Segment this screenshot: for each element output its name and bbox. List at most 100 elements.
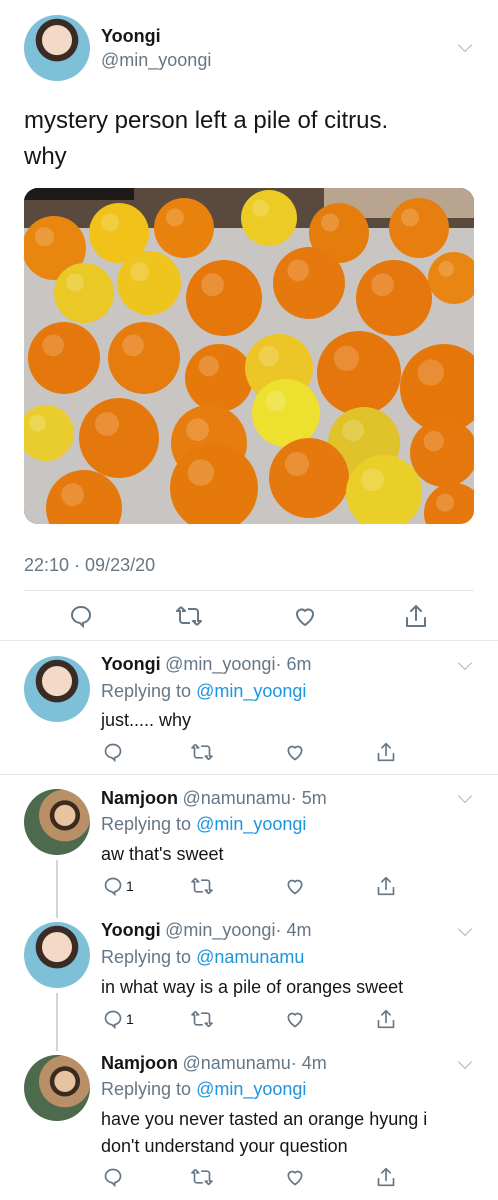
chevron-down-icon[interactable] bbox=[457, 788, 473, 804]
citrus-highlight bbox=[361, 468, 384, 492]
citrus-fruit bbox=[154, 198, 214, 258]
citrus-highlight bbox=[198, 355, 219, 377]
author-handle[interactable]: @namunamu bbox=[182, 788, 290, 808]
author-name[interactable]: Namjoon bbox=[101, 1053, 178, 1073]
chevron-down-icon[interactable] bbox=[457, 37, 473, 53]
citrus-fruit bbox=[317, 331, 401, 415]
replying-to-handle[interactable]: @min_yoongi bbox=[196, 1079, 306, 1099]
citrus-highlight bbox=[201, 273, 225, 297]
share-icon[interactable] bbox=[376, 741, 396, 763]
share-icon[interactable] bbox=[376, 1166, 396, 1188]
citrus-highlight bbox=[252, 199, 269, 217]
author-name[interactable]: Yoongi bbox=[101, 920, 161, 940]
like-icon[interactable] bbox=[285, 1167, 305, 1187]
citrus-highlight bbox=[95, 412, 119, 436]
divider bbox=[24, 590, 474, 591]
avatar[interactable] bbox=[24, 789, 90, 855]
citrus-highlight bbox=[265, 390, 286, 412]
citrus-highlight bbox=[187, 459, 214, 486]
citrus-fruit bbox=[117, 251, 181, 315]
divider bbox=[0, 774, 498, 775]
citrus-highlight bbox=[285, 452, 309, 476]
replying-to: Replying to @min_yoongi bbox=[101, 681, 306, 702]
reply-text: have you never tasted an orange hyung i … bbox=[101, 1106, 427, 1160]
reply-header: Yoongi @min_yoongi· 4m bbox=[101, 920, 311, 941]
reply-time: · 4m bbox=[275, 920, 312, 940]
share-icon[interactable] bbox=[376, 875, 396, 897]
retweet-icon[interactable] bbox=[191, 876, 213, 896]
like-icon[interactable] bbox=[285, 1009, 305, 1029]
chevron-down-icon[interactable] bbox=[457, 655, 473, 671]
citrus-highlight bbox=[417, 359, 444, 386]
author-handle[interactable]: @min_yoongi bbox=[165, 654, 275, 674]
retweet-icon[interactable] bbox=[191, 1009, 213, 1029]
author-name[interactable]: Yoongi bbox=[101, 26, 161, 47]
share-icon[interactable] bbox=[376, 1008, 396, 1030]
author-name[interactable]: Yoongi bbox=[101, 654, 161, 674]
retweet-icon[interactable] bbox=[176, 604, 202, 628]
share-icon[interactable] bbox=[404, 603, 428, 629]
avatar[interactable] bbox=[24, 922, 90, 988]
citrus-fruit bbox=[389, 198, 449, 258]
reply-icon[interactable] bbox=[103, 1167, 123, 1187]
retweet-icon[interactable] bbox=[191, 742, 213, 762]
citrus-fruit bbox=[79, 398, 159, 478]
replying-to: Replying to @min_yoongi bbox=[101, 814, 306, 835]
citrus-highlight bbox=[438, 261, 455, 277]
reply-time: · 6m bbox=[275, 654, 312, 674]
avatar[interactable] bbox=[24, 1055, 90, 1121]
author-name[interactable]: Namjoon bbox=[101, 788, 178, 808]
replying-to: Replying to @min_yoongi bbox=[101, 1079, 306, 1100]
reply-icon[interactable] bbox=[103, 876, 123, 896]
replying-to-handle[interactable]: @namunamu bbox=[196, 947, 304, 967]
chevron-down-icon[interactable] bbox=[457, 921, 473, 937]
reply-header: Yoongi @min_yoongi· 6m bbox=[101, 654, 311, 675]
citrus-highlight bbox=[423, 430, 444, 452]
citrus-highlight bbox=[166, 208, 184, 227]
citrus-highlight bbox=[129, 262, 149, 282]
retweet-icon[interactable] bbox=[191, 1167, 213, 1187]
citrus-fruit bbox=[28, 322, 100, 394]
reply-icon[interactable] bbox=[69, 604, 93, 628]
citrus-fruit bbox=[108, 322, 180, 394]
replying-to-prefix: Replying to bbox=[101, 1079, 197, 1099]
replying-to-handle[interactable]: @min_yoongi bbox=[196, 681, 306, 701]
like-icon[interactable] bbox=[293, 604, 317, 628]
citrus-pile-image bbox=[24, 188, 474, 524]
reply-icon[interactable] bbox=[103, 742, 123, 762]
citrus-highlight bbox=[371, 273, 394, 297]
replying-to: Replying to @namunamu bbox=[101, 947, 304, 968]
citrus-highlight bbox=[258, 345, 279, 367]
like-icon[interactable] bbox=[285, 742, 305, 762]
tweet-timestamp[interactable]: 22:10 · 09/23/20 bbox=[24, 555, 155, 576]
avatar[interactable] bbox=[24, 656, 90, 722]
citrus-fruit bbox=[356, 260, 432, 336]
replying-to-handle[interactable]: @min_yoongi bbox=[196, 814, 306, 834]
reply-text: just..... why bbox=[101, 710, 192, 730]
replying-to-prefix: Replying to bbox=[101, 947, 197, 967]
replying-to-prefix: Replying to bbox=[101, 814, 197, 834]
avatar[interactable] bbox=[24, 15, 90, 81]
reply-header: Namjoon @namunamu· 4m bbox=[101, 1053, 327, 1074]
citrus-highlight bbox=[61, 483, 84, 507]
author-handle[interactable]: @min_yoongi bbox=[101, 50, 211, 71]
citrus-highlight bbox=[342, 419, 365, 442]
reply-icon[interactable] bbox=[103, 1009, 123, 1029]
citrus-highlight bbox=[101, 213, 119, 232]
author-handle[interactable]: @namunamu bbox=[182, 1053, 290, 1073]
citrus-highlight bbox=[186, 418, 210, 442]
thread-connector bbox=[56, 993, 58, 1051]
citrus-highlight bbox=[66, 273, 84, 292]
tweet-photo[interactable] bbox=[24, 188, 474, 524]
citrus-highlight bbox=[42, 334, 64, 357]
citrus-fruit bbox=[273, 247, 345, 319]
chevron-down-icon[interactable] bbox=[457, 1054, 473, 1070]
reply-text-line: have you never tasted an orange hyung i bbox=[101, 1109, 428, 1129]
tweet-text-line: why bbox=[24, 143, 67, 170]
like-icon[interactable] bbox=[285, 876, 305, 896]
citrus-fruit bbox=[54, 263, 114, 323]
tweet-text-line: mystery person left a pile of citrus. bbox=[24, 107, 389, 134]
divider bbox=[0, 640, 498, 641]
author-handle[interactable]: @min_yoongi bbox=[165, 920, 275, 940]
reply-text: in what way is a pile of oranges sweet bbox=[101, 977, 404, 997]
